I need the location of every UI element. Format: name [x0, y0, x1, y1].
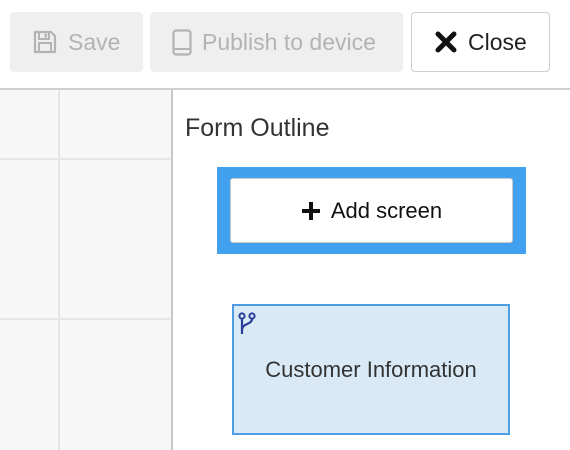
- panel-divider: [171, 90, 173, 450]
- device-icon: [172, 28, 192, 56]
- add-screen-label: Add screen: [330, 197, 443, 223]
- save-icon: [32, 29, 58, 55]
- publish-label: Publish to device: [202, 28, 376, 55]
- branch-icon: [238, 312, 256, 341]
- add-screen-focus-ring: Add screen: [217, 167, 526, 254]
- grid-line: [58, 90, 60, 450]
- grid-line: [0, 158, 171, 160]
- screen-card-customer-information[interactable]: Customer Information: [232, 304, 510, 435]
- close-label: Close: [468, 28, 527, 55]
- plus-icon: [301, 201, 321, 221]
- form-outline-title: Form Outline: [185, 114, 330, 142]
- form-builder: Save Publish to device Close Form Outlin…: [0, 0, 570, 450]
- design-canvas[interactable]: [0, 90, 171, 450]
- toolbar: Save Publish to device Close: [0, 0, 570, 88]
- grid-line: [0, 318, 171, 320]
- publish-to-device-button[interactable]: Publish to device: [150, 12, 403, 72]
- screen-card-label: Customer Information: [265, 356, 477, 382]
- add-screen-button[interactable]: Add screen: [230, 178, 513, 243]
- close-button[interactable]: Close: [411, 12, 550, 72]
- close-icon: [434, 30, 458, 54]
- save-label: Save: [68, 28, 121, 55]
- save-button[interactable]: Save: [10, 12, 143, 72]
